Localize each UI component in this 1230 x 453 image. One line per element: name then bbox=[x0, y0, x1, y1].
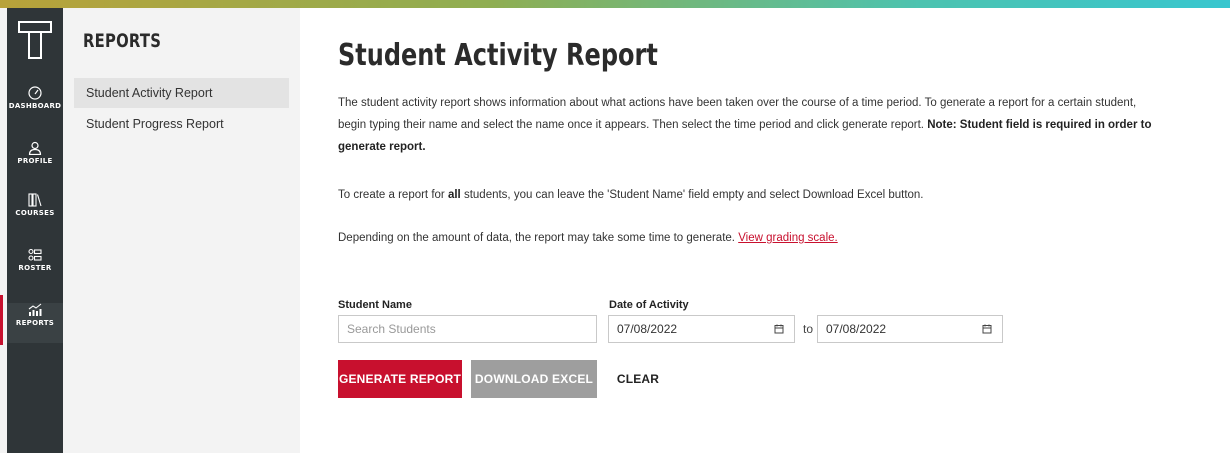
subnav-item-student-progress-report[interactable]: Student Progress Report bbox=[74, 109, 289, 139]
student-search-input[interactable] bbox=[338, 315, 597, 343]
data-note: Depending on the amount of data, the rep… bbox=[338, 232, 735, 244]
rail-item-courses[interactable]: COURSES bbox=[7, 193, 63, 233]
clear-button[interactable]: CLEAR bbox=[610, 360, 666, 398]
to-label: to bbox=[803, 322, 814, 336]
rail-item-label: REPORTS bbox=[15, 319, 55, 327]
reports-icon bbox=[28, 303, 42, 316]
view-grading-scale-link[interactable]: View grading scale. bbox=[738, 232, 838, 244]
courses-icon bbox=[28, 193, 42, 207]
data-note-paragraph: Depending on the amount of data, the rep… bbox=[338, 227, 1158, 249]
date-to-field[interactable]: 07/08/2022 bbox=[817, 315, 1003, 343]
intro-paragraph: The student activity report shows inform… bbox=[338, 92, 1158, 158]
date-of-activity-label: Date of Activity bbox=[609, 299, 689, 311]
calendar-icon[interactable] bbox=[774, 324, 784, 334]
all-students-prefix: To create a report for bbox=[338, 189, 445, 201]
all-students-bold: all bbox=[447, 189, 461, 201]
profile-icon bbox=[28, 141, 42, 155]
all-students-suffix: students, you can leave the 'Student Nam… bbox=[463, 189, 924, 201]
rail-item-label: PROFILE bbox=[17, 157, 53, 165]
rail-item-profile[interactable]: PROFILE bbox=[7, 141, 63, 181]
rail-item-label: ROSTER bbox=[18, 264, 52, 272]
page-title: Student Activity Report bbox=[338, 38, 658, 73]
rail-item-label: COURSES bbox=[15, 209, 55, 217]
student-name-label: Student Name bbox=[338, 299, 412, 311]
icon-rail: DASHBOARD PROFILE COURSES ROSTER REPORTS bbox=[0, 8, 63, 453]
download-excel-button[interactable]: DOWNLOAD EXCEL bbox=[471, 360, 597, 398]
date-from-field[interactable]: 07/08/2022 bbox=[608, 315, 795, 343]
rail-item-roster[interactable]: ROSTER bbox=[7, 248, 63, 288]
rail-item-reports[interactable]: REPORTS bbox=[0, 295, 63, 345]
rail-item-label: DASHBOARD bbox=[8, 102, 62, 110]
calendar-icon[interactable] bbox=[982, 324, 992, 334]
date-from-value: 07/08/2022 bbox=[617, 322, 678, 336]
date-to-value: 07/08/2022 bbox=[826, 322, 887, 336]
dashboard-icon bbox=[28, 86, 42, 100]
reports-subnav: REPORTS Student Activity Report Student … bbox=[63, 8, 300, 453]
rail-item-dashboard[interactable]: DASHBOARD bbox=[7, 86, 63, 126]
subnav-item-student-activity-report[interactable]: Student Activity Report bbox=[74, 78, 289, 108]
main-content: Student Activity Report The student acti… bbox=[338, 0, 1218, 453]
roster-icon bbox=[28, 248, 42, 261]
subnav-title: REPORTS bbox=[83, 30, 162, 52]
left-edge bbox=[0, 8, 7, 453]
all-students-paragraph: To create a report for all students, you… bbox=[338, 184, 1158, 206]
generate-report-button[interactable]: GENERATE REPORT bbox=[338, 360, 462, 398]
logo-icon[interactable] bbox=[17, 20, 53, 60]
